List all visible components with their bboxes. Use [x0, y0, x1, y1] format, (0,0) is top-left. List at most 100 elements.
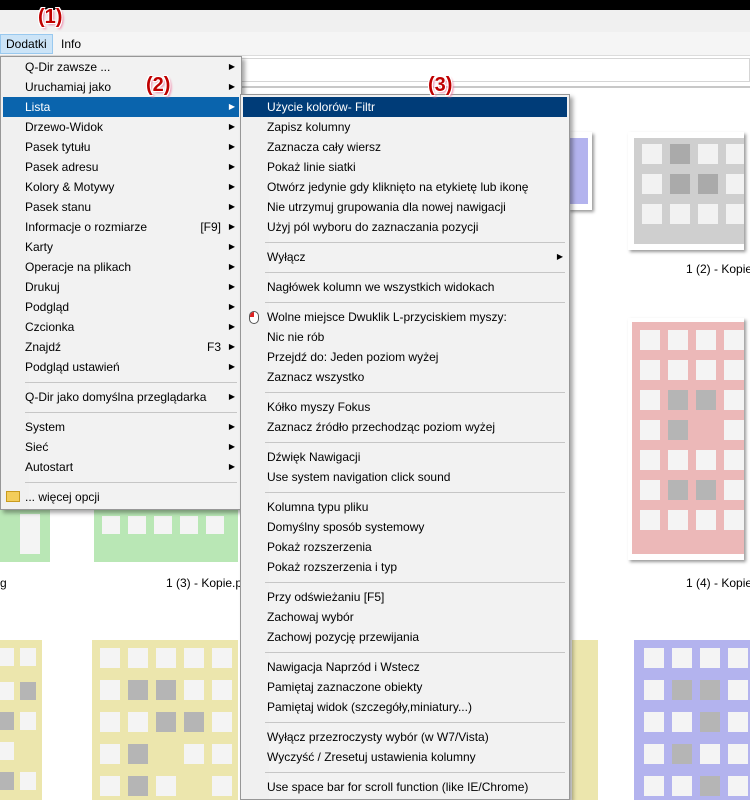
- thumbnail[interactable]: [628, 132, 744, 250]
- menu-item-label: Przejdź do: Jeden poziom wyżej: [267, 350, 439, 364]
- menu-item-label: Sieć: [25, 440, 49, 454]
- image-thumbnail-yellow: [0, 640, 42, 800]
- menu-item-label: Pasek stanu: [25, 200, 92, 214]
- menu-item-domyslny-sposob-systemowy[interactable]: Domyślny sposób systemowy: [243, 517, 567, 537]
- menu-item-nawigacja-naprzod-i-wstecz[interactable]: Nawigacja Naprzód i Wstecz: [243, 657, 567, 677]
- menu-item-label: Drzewo-Widok: [25, 120, 104, 134]
- menu-item-zachowj-pozycje-przewijania[interactable]: Zachowj pozycję przewijania: [243, 627, 567, 647]
- menu-item-otworz-jedynie-gdy-kliknieto-na-etykiete[interactable]: Otwórz jedynie gdy kliknięto na etykietę…: [243, 177, 567, 197]
- menu-item-przy-odswiezaniu-f5[interactable]: Przy odświeżaniu [F5]: [243, 587, 567, 607]
- thumbnail[interactable]: [0, 506, 58, 566]
- menu-item-wy-acz[interactable]: Wyłącz ▶: [243, 247, 567, 267]
- menu-item-podglad-ustawien[interactable]: Podgląd ustawień ▶: [3, 357, 239, 377]
- menu-item-uzyj-pol-wyboru-do-zaznaczania-pozycji[interactable]: Użyj pól wyboru do zaznaczania pozycji: [243, 217, 567, 237]
- thumbnail[interactable]: [568, 132, 592, 210]
- menu-item-use-system-navigation-click-sound[interactable]: Use system navigation click sound: [243, 467, 567, 487]
- thumbnail[interactable]: [634, 632, 750, 800]
- menu-item-label: Znajdź: [25, 340, 62, 354]
- menu-item-karty[interactable]: Karty ▶: [3, 237, 239, 257]
- menu-item-drukuj[interactable]: Drukuj ▶: [3, 277, 239, 297]
- menu-item-pasek-tytu-u[interactable]: Pasek tytułu ▶: [3, 137, 239, 157]
- submenu-arrow-icon: ▶: [228, 202, 235, 211]
- menu-item-wiecej-opcji[interactable]: ... więcej opcji: [3, 487, 239, 507]
- menu-item-lista[interactable]: Lista ▶: [3, 97, 239, 117]
- menu-item-zapisz-kolumny[interactable]: Zapisz kolumny: [243, 117, 567, 137]
- menu-item-podglad[interactable]: Podgląd ▶: [3, 297, 239, 317]
- menu-item-wyczysc-zresetuj-ustawienia-kolumny[interactable]: Wyczyść / Zresetuj ustawienia kolumny: [243, 747, 567, 767]
- menu-item-label: Autostart: [25, 460, 74, 474]
- submenu-arrow-icon: ▶: [228, 62, 235, 71]
- menu-item-siec[interactable]: Sieć ▶: [3, 437, 239, 457]
- menu-separator: [25, 382, 237, 383]
- menu-item-label: Pamiętaj zaznaczone obiekty: [267, 680, 423, 694]
- menu-item-autostart[interactable]: Autostart ▶: [3, 457, 239, 477]
- thumbnail[interactable]: [572, 632, 602, 800]
- window-titlebar: [0, 0, 750, 32]
- menu-item-zaznacz-zrod-o-przechodzac-poziom-wyzej[interactable]: Zaznacz źródło przechodząc poziom wyżej: [243, 417, 567, 437]
- menu-item-operacje-na-plikach[interactable]: Operacje na plikach ▶: [3, 257, 239, 277]
- menu-item-label: Zaznacz źródło przechodząc poziom wyżej: [267, 420, 496, 434]
- menu-item-system[interactable]: System ▶: [3, 417, 239, 437]
- image-thumbnail-green: [94, 510, 238, 562]
- menu-separator: [25, 482, 237, 483]
- submenu-arrow-icon: ▶: [228, 182, 235, 191]
- menu-item-dzwiek-nawigacji[interactable]: Dźwięk Nawigacji: [243, 447, 567, 467]
- image-thumbnail-blue: [568, 138, 588, 204]
- menu-item-nic-nie-rob[interactable]: Nic nie rób: [243, 327, 567, 347]
- thumbnail[interactable]: [86, 506, 238, 566]
- menu-item-label: Kolory & Motywy: [25, 180, 115, 194]
- menu-item-nie-utrzymuj-grupowania-dla-nowej-nawiga[interactable]: Nie utrzymuj grupowania dla nowej nawiga…: [243, 197, 567, 217]
- menu-item-pokaz-rozszerzenia-i-typ[interactable]: Pokaż rozszerzenia i typ: [243, 557, 567, 577]
- menu-item-drzewo-widok[interactable]: Drzewo-Widok ▶: [3, 117, 239, 137]
- menu-item-pokaz-rozszerzenia[interactable]: Pokaż rozszerzenia: [243, 537, 567, 557]
- menu-item-uruchamiaj-jako[interactable]: Uruchamiaj jako ▶: [3, 77, 239, 97]
- menu-item-pokaz-linie-siatki[interactable]: Pokaż linie siatki: [243, 157, 567, 177]
- menu-separator: [265, 302, 565, 303]
- menu-item-zaznacz-wszystko[interactable]: Zaznacz wszystko: [243, 367, 567, 387]
- submenu-arrow-icon: ▶: [228, 282, 235, 291]
- thumbnail[interactable]: [86, 632, 238, 800]
- menu-item-zaznacza-ca-y-wiersz[interactable]: Zaznacza cały wiersz: [243, 137, 567, 157]
- menu-item-q-dir-jako-domyslna-przegladarka[interactable]: Q-Dir jako domyślna przeglądarka ▶: [3, 387, 239, 407]
- menu-item-ko-ko-myszy-fokus[interactable]: Kółko myszy Fokus: [243, 397, 567, 417]
- image-thumbnail-gray: [634, 138, 744, 244]
- menu-info[interactable]: Info: [56, 34, 86, 54]
- menu-item-pamietaj-widok-szczego-y-miniatury[interactable]: Pamiętaj widok (szczegóły,miniatury...): [243, 697, 567, 717]
- menu-item-label: Karty: [25, 240, 54, 254]
- menu-item-label: Nic nie rób: [267, 330, 325, 344]
- menu-item-label: Pasek adresu: [25, 160, 99, 174]
- mouse-icon: [249, 311, 259, 324]
- menu-separator: [265, 722, 565, 723]
- menu-item-nag-owek-kolumn-we-wszystkich-widokach[interactable]: Nagłówek kolumn we wszystkich widokach: [243, 277, 567, 297]
- thumbnail[interactable]: [628, 318, 744, 560]
- address-bar[interactable]: [235, 58, 750, 82]
- image-thumbnail-green: [0, 506, 50, 562]
- menu-item-label: Kółko myszy Fokus: [267, 400, 371, 414]
- menu-item-czcionka[interactable]: Czcionka ▶: [3, 317, 239, 337]
- menu-item-zachowaj-wybor[interactable]: Zachowaj wybór: [243, 607, 567, 627]
- submenu-arrow-icon: ▶: [228, 122, 235, 131]
- menu-item-kolumna-typu-pliku[interactable]: Kolumna typu pliku: [243, 497, 567, 517]
- menu-item-q-dir-zawsze[interactable]: Q-Dir zawsze ... ▶: [3, 57, 239, 77]
- menu-separator: [265, 772, 565, 773]
- menu-item-label: Nawigacja Naprzód i Wstecz: [267, 660, 420, 674]
- menu-item-pasek-stanu[interactable]: Pasek stanu ▶: [3, 197, 239, 217]
- menu-item-uzycie-kolorow-filtr[interactable]: Użycie kolorów- Filtr: [243, 97, 567, 117]
- thumbnail[interactable]: [0, 632, 72, 800]
- menu-item-pamietaj-zaznaczone-obiekty[interactable]: Pamiętaj zaznaczone obiekty: [243, 677, 567, 697]
- menu-item-label: Przy odświeżaniu [F5]: [267, 590, 385, 604]
- menu-item-label: Drukuj: [25, 280, 60, 294]
- menu-item-pasek-adresu[interactable]: Pasek adresu ▶: [3, 157, 239, 177]
- menu-separator: [265, 442, 565, 443]
- menu-dodatki[interactable]: Dodatki: [0, 34, 53, 54]
- menu-item-use-space-bar-for-scroll-function-like-i[interactable]: Use space bar for scroll function (like …: [243, 777, 567, 797]
- menu-item-kolory-motywy[interactable]: Kolory & Motywy ▶: [3, 177, 239, 197]
- menu-item-znajdz[interactable]: Znajdź F3 ▶: [3, 337, 239, 357]
- menu-item-wolne-miejsce-dwuklik-l-przyciskiem-mysz[interactable]: Wolne miejsce Dwuklik L-przyciskiem mysz…: [243, 307, 567, 327]
- menu-item-wy-acz-przezroczysty-wybor-w-w7-vista[interactable]: Wyłącz przezroczysty wybór (w W7/Vista): [243, 727, 567, 747]
- annotation-3: (3): [428, 74, 453, 96]
- menu-item-label: Podgląd: [25, 300, 70, 314]
- image-thumbnail-red: [632, 322, 744, 554]
- menu-item-informacje-o-rozmiarze[interactable]: Informacje o rozmiarze [F9] ▶: [3, 217, 239, 237]
- menu-item-przejdz-do-jeden-poziom-wyzej[interactable]: Przejdź do: Jeden poziom wyżej: [243, 347, 567, 367]
